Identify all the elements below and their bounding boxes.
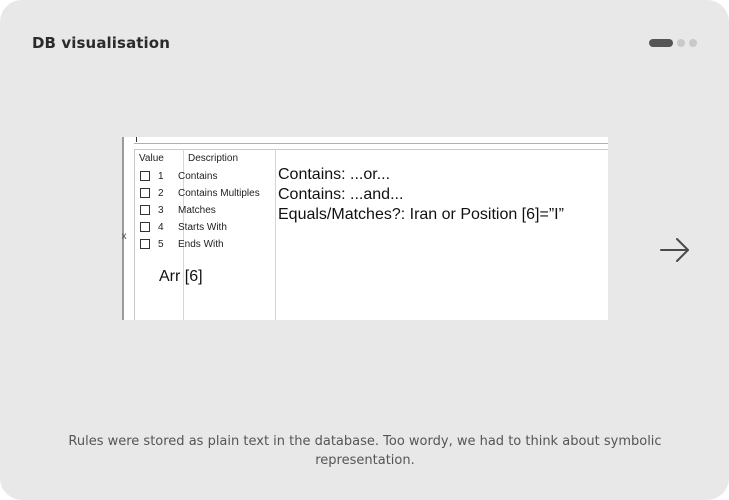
list-row: 2 Contains Multiples — [140, 186, 260, 200]
row-value: 2 — [158, 187, 164, 199]
arrow-right-icon — [660, 238, 689, 262]
pager — [649, 39, 697, 47]
row-value: 3 — [158, 204, 164, 216]
slide-card: DB visualisation x Value Description 1 C… — [0, 0, 729, 500]
row-value: 5 — [158, 238, 164, 250]
screenshot-image: x Value Description 1 Contains 2 Contain… — [122, 137, 608, 320]
row-value: 1 — [158, 170, 164, 182]
row-checkbox[interactable] — [140, 222, 150, 232]
list-row: 5 Ends With — [140, 237, 224, 251]
row-checkbox[interactable] — [140, 171, 150, 181]
row-value: 4 — [158, 221, 164, 233]
row-description: Matches — [178, 204, 216, 216]
slide-caption: Rules were stored as plain text in the d… — [68, 434, 662, 468]
rule-note: Equals/Matches?: Iran or Position [6]=”I… — [278, 206, 564, 223]
list-row: 1 Contains — [140, 169, 217, 183]
list-row: 3 Matches — [140, 203, 216, 217]
arr-label: Arr [6] — [159, 268, 203, 285]
text-caret — [136, 137, 137, 142]
row-checkbox[interactable] — [140, 188, 150, 198]
row-description: Contains — [178, 170, 218, 182]
screenshot-top-field — [134, 137, 608, 144]
screenshot-left-rail — [122, 137, 124, 320]
row-description: Starts With — [178, 221, 227, 233]
rule-note: Contains: ...and... — [278, 186, 404, 203]
rail-mark: x — [122, 231, 127, 242]
pager-dot-2[interactable] — [677, 39, 685, 47]
header-value: Value — [139, 153, 164, 164]
rule-note: Contains: ...or... — [278, 166, 391, 183]
row-checkbox[interactable] — [140, 239, 150, 249]
header-description: Description — [188, 153, 239, 164]
next-slide-button[interactable] — [656, 234, 696, 266]
row-description: Contains Multiples — [178, 187, 260, 199]
row-description: Ends With — [178, 238, 224, 250]
row-checkbox[interactable] — [140, 205, 150, 215]
list-row: 4 Starts With — [140, 220, 227, 234]
pager-dot-1[interactable] — [649, 39, 673, 47]
card-title: DB visualisation — [32, 34, 170, 52]
pager-dot-3[interactable] — [689, 39, 697, 47]
column-divider — [275, 149, 276, 320]
